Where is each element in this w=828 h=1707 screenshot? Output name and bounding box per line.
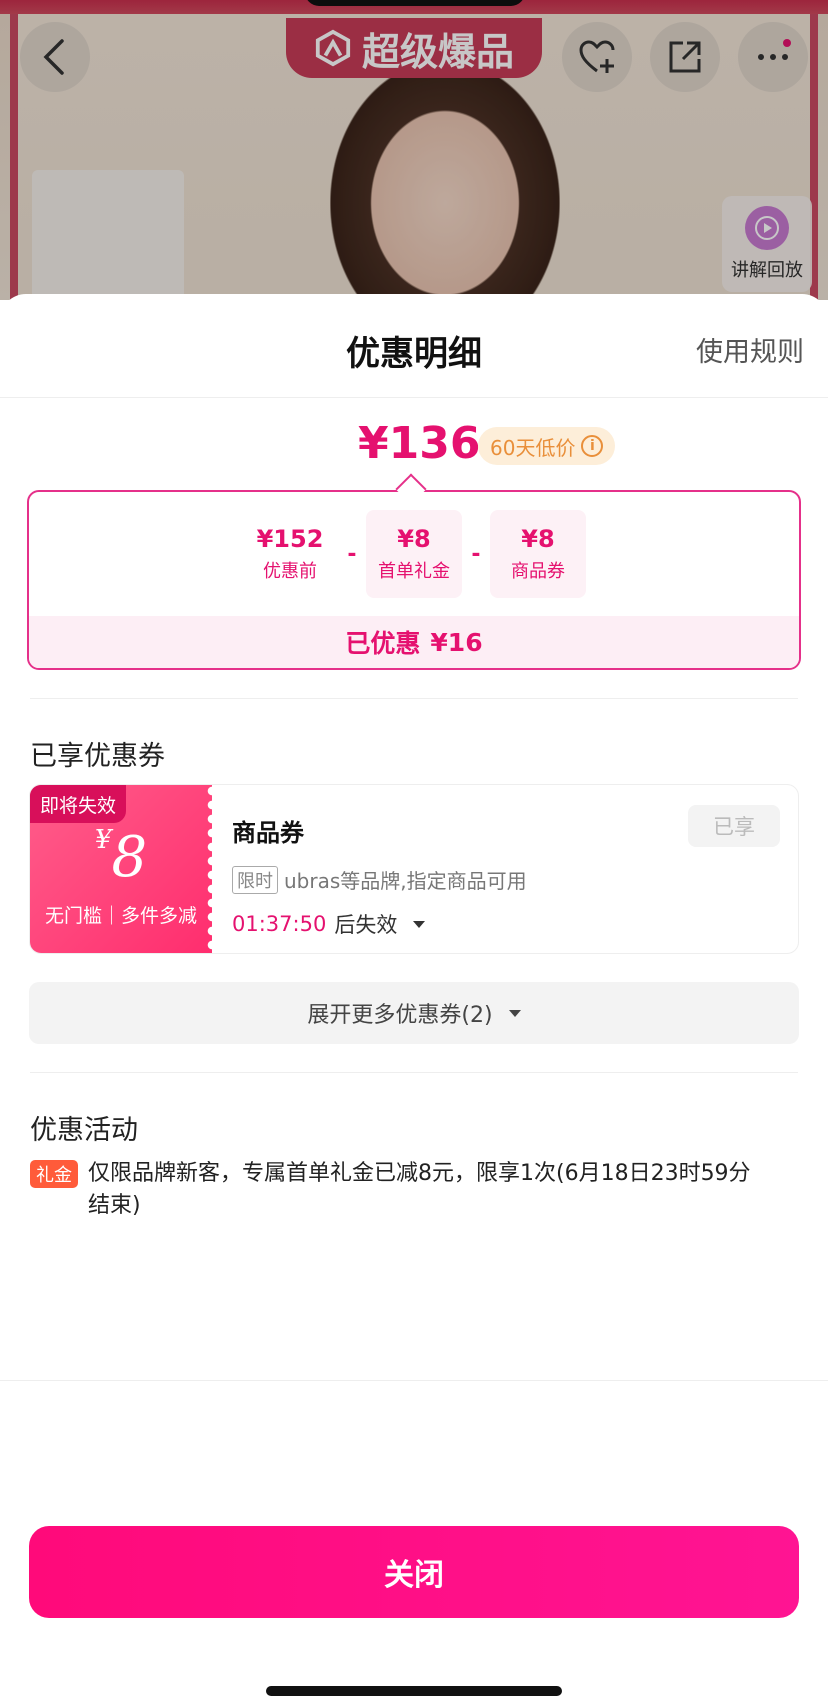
total-discount-value: ¥16 xyxy=(430,627,483,657)
low-price-label: 60天低价 xyxy=(490,435,576,460)
sheet-header: 优惠明细 使用规则 xyxy=(0,294,828,398)
price-breakdown: ¥152 优惠前 - ¥8 首单礼金 - ¥8 商品券 已优惠 ¥16 xyxy=(27,490,801,670)
gift-tag: 礼金 xyxy=(30,1160,78,1188)
coupon-amount-value: 8 xyxy=(111,825,148,890)
breakdown-value: ¥8 xyxy=(521,525,555,553)
breakdown-coupon: ¥8 商品券 xyxy=(490,510,586,598)
section-divider xyxy=(30,1072,798,1073)
breakdown-label: 首单礼金 xyxy=(378,561,450,582)
coupon-card[interactable]: 即将失效 ¥8 无门槛｜多件多减 商品券 已享 限时 ubras等品牌,指定商品… xyxy=(29,784,799,954)
coupon-name: 商品券 xyxy=(232,819,304,847)
countdown-time: 01:37:50 xyxy=(232,912,327,936)
modal-overlay[interactable] xyxy=(0,0,828,300)
coupon-value-panel: 即将失效 ¥8 无门槛｜多件多减 xyxy=(30,785,218,953)
breakdown-gift: ¥8 首单礼金 xyxy=(366,510,462,598)
breakdown-original: ¥152 优惠前 xyxy=(242,510,338,598)
close-button[interactable]: 关闭 xyxy=(29,1526,799,1618)
expand-coupons-button[interactable]: 展开更多优惠券(2) xyxy=(29,982,799,1044)
breakdown-row: ¥152 优惠前 - ¥8 首单礼金 - ¥8 商品券 xyxy=(29,510,799,598)
breakdown-value: ¥8 xyxy=(397,525,431,553)
breakdown-value: ¥152 xyxy=(256,525,324,553)
coupon-amount: ¥8 xyxy=(30,825,212,890)
section-divider xyxy=(30,698,798,699)
countdown-suffix: 后失效 xyxy=(334,913,398,937)
footer-divider xyxy=(0,1380,828,1381)
home-indicator[interactable] xyxy=(266,1686,562,1696)
discount-detail-sheet: 优惠明细 使用规则 ¥136 60天低价 i ¥152 优惠前 - ¥8 首单礼… xyxy=(0,294,828,1707)
activity-item: 礼金 仅限品牌新客，专属首单礼金已减8元，限享1次(6月18日23时59分结束) xyxy=(30,1158,770,1222)
final-price: ¥136 xyxy=(358,418,481,469)
coupon-conditions: 无门槛｜多件多减 xyxy=(44,905,197,927)
activity-text: 仅限品牌新客，专属首单礼金已减8元，限享1次(6月18日23时59分结束) xyxy=(88,1161,751,1218)
activity-section-title: 优惠活动 xyxy=(30,1115,138,1146)
caret-down-icon xyxy=(413,920,426,928)
caret-down-icon xyxy=(508,1009,521,1017)
total-discount-label: 已优惠 xyxy=(345,629,421,658)
low-price-badge[interactable]: 60天低价 i xyxy=(478,427,616,465)
coupon-scope: ubras等品牌,指定商品可用 xyxy=(284,869,527,893)
total-discount: 已优惠 ¥16 xyxy=(29,616,799,668)
coupon-claimed-button[interactable]: 已享 xyxy=(688,805,780,847)
coupon-countdown[interactable]: 01:37:50 后失效 xyxy=(232,909,426,939)
coupon-details: 商品券 已享 限时 ubras等品牌,指定商品可用 01:37:50 后失效 xyxy=(232,785,798,953)
breakdown-label: 商品券 xyxy=(511,561,565,582)
limited-time-tag: 限时 xyxy=(232,865,278,894)
breakdown-label: 优惠前 xyxy=(263,561,317,582)
coupons-section-title: 已享优惠券 xyxy=(30,741,165,772)
final-price-row: ¥136 60天低价 i xyxy=(0,418,828,478)
expiring-tag: 即将失效 xyxy=(30,785,127,823)
minus-operator: - xyxy=(471,541,481,567)
product-page-background: 超级爆品 讲解回放 xyxy=(0,0,828,300)
expand-coupons-label: 展开更多优惠券(2) xyxy=(307,1003,493,1028)
usage-rules-link[interactable]: 使用规则 xyxy=(696,330,804,369)
info-icon: i xyxy=(581,435,604,457)
minus-operator: - xyxy=(347,541,357,567)
currency-symbol: ¥ xyxy=(94,825,112,855)
coupon-description: 限时 ubras等品牌,指定商品可用 xyxy=(232,865,527,894)
